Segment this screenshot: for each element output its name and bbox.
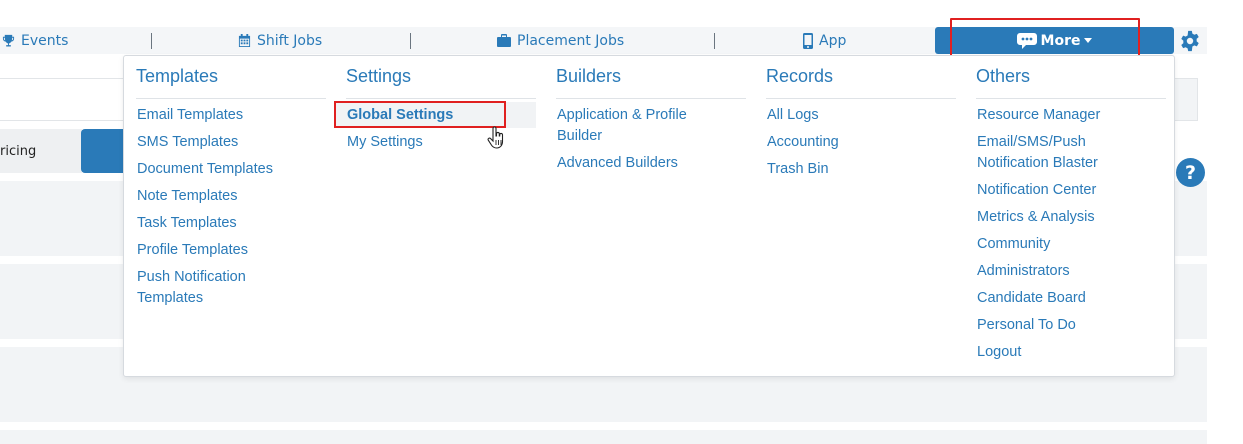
mobile-icon (803, 32, 813, 49)
nav-app-label: App (819, 32, 847, 49)
more-button-highlight-box (950, 18, 1140, 59)
column-heading: Others (976, 66, 1166, 99)
tab-pricing-label: ricing (0, 143, 37, 159)
menu-item-email-templates[interactable]: Email Templates (137, 105, 332, 126)
menu-item-application-profile-builder[interactable]: Application & Profile Builder (557, 105, 752, 147)
menu-item-profile-templates[interactable]: Profile Templates (137, 240, 332, 261)
menu-item-administrators[interactable]: Administrators (977, 261, 1172, 282)
search-box-edge (1174, 78, 1198, 121)
briefcase-icon (497, 34, 511, 47)
tab-active[interactable] (81, 129, 125, 173)
nav-divider (410, 33, 411, 49)
divider (0, 120, 125, 121)
help-label: ? (1184, 161, 1197, 184)
nav-shift-jobs[interactable]: Shift Jobs (238, 27, 322, 54)
menu-item-notification-center[interactable]: Notification Center (977, 180, 1172, 201)
menu-item-resource-manager[interactable]: Resource Manager (977, 105, 1172, 126)
nav-events[interactable]: Events (2, 27, 68, 54)
help-icon[interactable]: ? (1176, 158, 1205, 187)
gear-icon[interactable] (1179, 30, 1201, 52)
nav-events-label: Events (21, 32, 69, 49)
nav-divider (151, 33, 152, 49)
menu-item-my-settings[interactable]: My Settings (347, 132, 542, 153)
menu-item-sms-templates[interactable]: SMS Templates (137, 132, 332, 153)
content-panel (0, 430, 1207, 444)
menu-item-document-templates[interactable]: Document Templates (137, 159, 332, 180)
menu-item-trash-bin[interactable]: Trash Bin (767, 159, 962, 180)
column-heading: Records (766, 66, 956, 99)
column-heading: Templates (136, 66, 326, 99)
more-dropdown-menu: Templates Email Templates SMS Templates … (123, 55, 1175, 377)
menu-item-candidate-board[interactable]: Candidate Board (977, 288, 1172, 309)
menu-item-task-templates[interactable]: Task Templates (137, 213, 332, 234)
menu-item-community[interactable]: Community (977, 234, 1172, 255)
nav-divider (714, 33, 715, 49)
nav-placement-jobs-label: Placement Jobs (517, 32, 625, 49)
menu-item-all-logs[interactable]: All Logs (767, 105, 962, 126)
menu-item-notification-blaster[interactable]: Email/SMS/Push Notification Blaster (977, 132, 1172, 174)
menu-item-metrics-analysis[interactable]: Metrics & Analysis (977, 207, 1172, 228)
calendar-icon (238, 34, 251, 47)
nav-app[interactable]: App (803, 27, 846, 54)
menu-item-logout[interactable]: Logout (977, 342, 1172, 363)
menu-item-accounting[interactable]: Accounting (767, 132, 962, 153)
menu-item-personal-to-do[interactable]: Personal To Do (977, 315, 1172, 336)
nav-shift-jobs-label: Shift Jobs (257, 32, 323, 49)
column-heading: Builders (556, 66, 746, 99)
menu-item-note-templates[interactable]: Note Templates (137, 186, 332, 207)
global-settings-highlight-box (334, 101, 506, 128)
tab-pricing[interactable]: ricing (0, 129, 82, 173)
column-heading: Settings (346, 66, 536, 99)
hand-cursor-icon (487, 126, 504, 149)
nav-placement-jobs[interactable]: Placement Jobs (497, 27, 624, 54)
menu-item-push-notification-templates[interactable]: Push Notification Templates (137, 267, 332, 309)
divider (0, 78, 125, 79)
trophy-icon (2, 34, 15, 47)
menu-item-advanced-builders[interactable]: Advanced Builders (557, 153, 752, 174)
